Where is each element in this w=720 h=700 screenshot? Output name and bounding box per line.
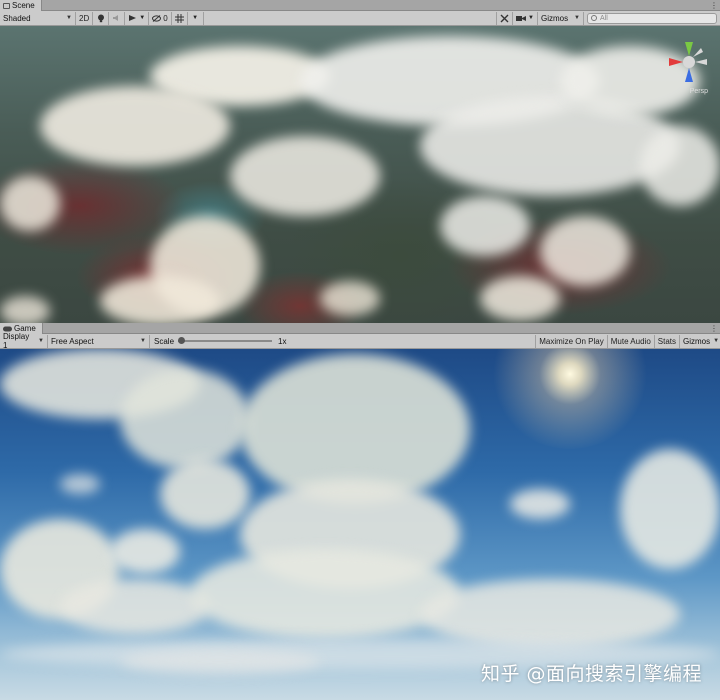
cloud — [320, 281, 380, 316]
hidden-count: 0 — [163, 13, 168, 23]
stats-button[interactable]: Stats — [655, 334, 680, 348]
search-icon — [591, 15, 597, 21]
cloud — [40, 86, 230, 166]
lightbulb-icon — [97, 14, 104, 22]
grid-icon — [3, 2, 10, 9]
cloud — [110, 529, 180, 574]
game-viewport[interactable]: 知乎 @面向搜索引擎编程 — [0, 349, 720, 700]
cloud — [120, 649, 320, 674]
tools-icon — [500, 14, 509, 22]
scale-slider-thumb[interactable] — [178, 337, 186, 344]
gizmos-dropdown[interactable]: Gizmos ▼ — [538, 11, 584, 25]
camera-icon — [516, 15, 527, 21]
lighting-toggle[interactable] — [93, 11, 110, 25]
watermark-text: 知乎 @面向搜索引擎编程 — [480, 663, 702, 685]
search-placeholder: All — [600, 14, 608, 22]
scale-slider[interactable] — [178, 336, 273, 346]
draw-mode-dropdown[interactable]: Shaded ▼ — [0, 11, 76, 25]
chevron-down-icon: ▼ — [528, 15, 534, 21]
grid-icon — [174, 13, 184, 23]
aspect-dropdown[interactable]: Free Aspect ▼ — [48, 334, 150, 348]
cloud — [420, 579, 680, 649]
tools-button[interactable] — [496, 11, 514, 25]
display-label: Display 1 — [3, 332, 30, 350]
cloud — [620, 449, 720, 569]
mute-audio-label: Mute Audio — [610, 336, 651, 346]
scene-orientation-gizmo[interactable]: Persp — [664, 36, 712, 95]
camera-dropdown[interactable]: ▼ — [513, 11, 538, 25]
scale-value: 1x — [278, 336, 287, 346]
hidden-objects-toggle[interactable]: 0 — [149, 11, 172, 25]
cloud — [160, 459, 250, 529]
chevron-down-icon: ▼ — [574, 15, 580, 21]
cloud — [640, 126, 720, 206]
gizmos-label: Gizmos — [541, 13, 569, 23]
chevron-down-icon: ▼ — [140, 338, 146, 344]
cloud — [100, 276, 220, 323]
effects-dropdown[interactable]: ▼ — [125, 11, 150, 25]
stats-label: Stats — [657, 336, 676, 346]
speaker-icon — [113, 15, 119, 21]
audio-toggle[interactable] — [109, 11, 126, 25]
game-toolbar: Display 1 ▼ Free Aspect ▼ Scale 1x Maxim… — [0, 332, 720, 350]
chevron-down-icon: ▼ — [139, 15, 146, 21]
sun — [490, 349, 650, 449]
cloud — [440, 196, 530, 256]
cloud — [540, 216, 630, 286]
toggle-2d-button[interactable]: 2D — [76, 11, 94, 25]
tab-scene-label: Scene — [12, 1, 35, 10]
tab-scene[interactable]: Scene — [0, 0, 42, 11]
cloud — [480, 276, 560, 321]
eye-slash-icon — [152, 14, 162, 22]
panel-menu-icon[interactable]: ⋮ — [710, 324, 718, 333]
game-gizmos-dropdown[interactable]: Gizmos ▼ — [680, 335, 720, 348]
grid-toggle[interactable] — [172, 11, 188, 25]
toggle-2d-label: 2D — [79, 13, 90, 23]
axis-gizmo-icon — [669, 42, 707, 82]
scene-viewport[interactable]: Persp — [0, 26, 720, 323]
mute-audio-button[interactable]: Mute Audio — [608, 334, 655, 348]
aspect-label: Free Aspect — [51, 336, 94, 346]
scene-tab-bar: Scene ⋮ — [0, 0, 720, 11]
scene-toolbar: Shaded ▼ 2D ▼ 0 ▼ ▼ Gizmos ▼ All — [0, 11, 720, 26]
cloud — [0, 296, 50, 323]
scale-label: Scale — [154, 336, 175, 346]
game-gizmos-label: Gizmos — [683, 336, 711, 346]
chevron-down-icon: ▼ — [713, 338, 720, 344]
scale-slider-track — [178, 340, 273, 342]
chevron-down-icon: ▼ — [38, 338, 44, 344]
maximize-on-play-label: Maximize On Play — [539, 336, 604, 346]
effects-icon — [129, 15, 137, 21]
chevron-down-icon: ▼ — [192, 15, 199, 21]
cloud — [120, 369, 250, 469]
game-tab-bar: Game ⋮ — [0, 323, 720, 334]
perspective-label[interactable]: Persp — [690, 88, 708, 95]
draw-mode-label: Shaded — [3, 13, 31, 23]
cloud — [60, 474, 100, 494]
display-dropdown[interactable]: Display 1 ▼ — [0, 332, 48, 350]
cloud — [190, 549, 460, 639]
grid-options-dropdown[interactable]: ▼ — [188, 11, 204, 25]
maximize-on-play-button[interactable]: Maximize On Play — [535, 334, 608, 348]
gamepad-icon — [3, 326, 12, 331]
cloud — [60, 579, 210, 634]
cloud — [0, 176, 60, 231]
panel-menu-icon[interactable]: ⋮ — [710, 1, 718, 10]
cloud — [230, 136, 380, 216]
scene-search-input[interactable]: All — [587, 12, 717, 24]
chevron-down-icon: ▼ — [66, 15, 72, 21]
cloud — [510, 489, 570, 519]
